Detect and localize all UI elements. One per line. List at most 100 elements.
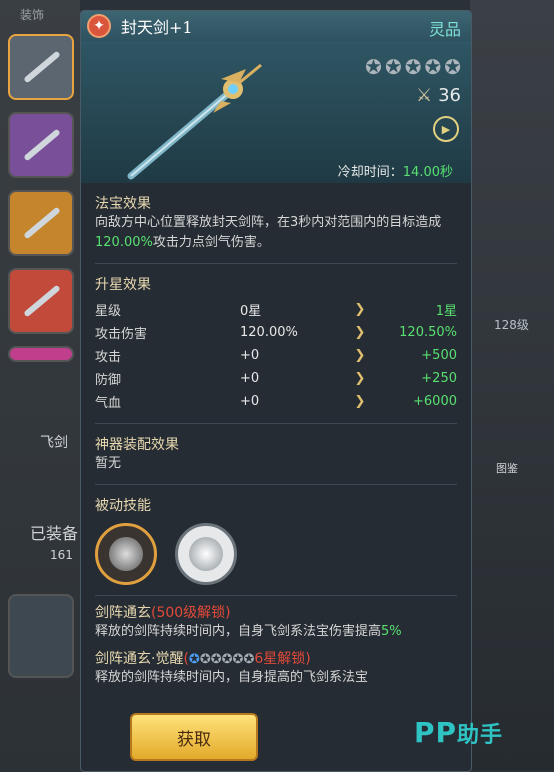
table-row: 攻击 +0 ❯ +500 [95,344,457,367]
obtain-button[interactable]: 获取 [130,713,258,761]
upgrade-title: 升星效果 [95,277,151,293]
star-icon: ✪ [199,652,211,667]
right-scene [470,0,554,770]
stat-current: +0 [240,371,260,386]
effect-title: 法宝效果 [95,196,151,212]
divider [95,423,457,424]
skill-2-icon[interactable] [175,523,237,585]
skill2-name: 剑阵通玄·觉醒 [95,651,184,667]
arrow-right-icon: ❯ [354,325,366,340]
stat-current: 0星 [240,304,262,319]
skill1-header: 剑阵通玄(500级解锁) [95,602,457,622]
sword-icon [23,206,61,240]
equip-slot-4[interactable] [8,268,74,334]
item-type-icon: ✦ [87,14,111,38]
star-icon: ✪ [365,55,382,79]
skill2-description: 释放的剑阵持续时间内，自身提高的飞剑系法宝 [95,670,369,685]
equip-slot-3[interactable] [8,190,74,256]
equipped-count: 161 [50,548,73,562]
item-title: 封天剑+1 [121,18,193,37]
star-icon: ✪ [232,652,244,667]
crossed-swords-icon: ⚔ [415,85,433,106]
panel-body: 法宝效果 向敌方中心位置释放封天剑阵，在3秒内对范围内的目标造成120.00%攻… [81,193,471,688]
effect-highlight: 120.00% [95,235,153,250]
skill1-description: 释放的剑阵持续时间内，自身飞剑系法宝伤害提高5% [95,622,457,642]
upgrade-table: 星级 0星 ❯ 1星 攻击伤害 120.00% ❯ 120.50% 攻击 +0 … [95,298,457,413]
sword-icon [23,128,61,162]
cooldown-label: 冷却时间： [337,165,403,180]
skill1-name: 剑阵通玄 [95,605,151,621]
stat-next: 1星 [435,304,457,319]
star-icon: ✪ [424,55,442,79]
stat-next: +500 [421,348,457,363]
arrow-right-icon: ❯ [354,348,366,363]
effect-text-a: 向敌方中心位置释放封天剑阵，在3秒内对范围内的目标造成 [95,215,442,230]
table-row: 攻击伤害 120.00% ❯ 120.50% [95,321,457,344]
artifact-title: 神器装配效果 [95,437,179,453]
effect-text-b: 攻击力点剑气伤害。 [152,235,270,250]
arrow-right-icon: ❯ [354,302,366,317]
sword-artwork [127,63,262,180]
artifact-value: 暂无 [95,456,122,471]
stat-name: 气血 [95,396,122,411]
star-icon: ✪ [210,652,222,667]
equipped-label: 已装备 [30,524,79,543]
star-icon: ✪ [243,652,255,667]
sword-icon [23,284,61,318]
table-row: 气血 +0 ❯ +6000 [95,390,457,413]
play-preview-button[interactable]: ▶ [433,116,459,142]
passive-skills [95,523,457,585]
tab-flying-sword[interactable]: 飞剑 [40,432,68,452]
table-row: 防御 +0 ❯ +250 [95,367,457,390]
item-detail-panel: ✦ 封天剑+1 灵品 ✪ ✪ ✪ ✪ ✪ ⚔ 36 ▶ 冷却时间：14.00秒 [80,10,472,772]
effect-description: 向敌方中心位置释放封天剑阵，在3秒内对范围内的目标造成 120.00%攻击力点剑气… [95,213,457,253]
atlas-label[interactable]: 图鉴 [496,460,518,476]
item-hero: ✪ ✪ ✪ ✪ ✪ ⚔ 36 ▶ 冷却时间：14.00秒 [81,41,471,183]
star-icon: ✪ [404,55,422,79]
stat-name: 攻击 [95,350,122,365]
skill2-lock-close: 6星解锁) [254,651,311,667]
stat-next: +250 [421,371,457,386]
arrow-right-icon: ❯ [354,371,366,386]
stat-name: 攻击伤害 [95,327,148,342]
stat-next: +6000 [413,394,457,409]
divider [95,595,457,596]
skill1-desc-text: 释放的剑阵持续时间内，自身飞剑系法宝伤害提高 [95,624,382,639]
stat-name: 星级 [95,304,122,319]
divider [95,484,457,485]
divider [95,263,457,264]
power-display: ⚔ 36 [416,85,461,106]
sidebar-label: 装饰 [20,8,45,22]
skill2-header: 剑阵通玄·觉醒(✪✪✪✪✪✪6星解锁) [95,648,457,668]
star-icon: ✪ [221,652,233,667]
passive-title: 被动技能 [95,498,151,514]
star-rating: ✪ ✪ ✪ ✪ ✪ [365,55,461,79]
skill1-desc-highlight: 5% [381,624,402,639]
table-row: 星级 0星 ❯ 1星 [95,298,457,321]
watermark-rest: 助手 [457,723,504,748]
cooldown: 冷却时间：14.00秒 [338,161,453,180]
skill1-lock: (500级解锁) [151,605,231,621]
equip-slot-1[interactable] [8,34,74,100]
item-quality: 灵品 [428,20,461,39]
watermark-brand: PP [414,716,458,749]
power-value: 36 [438,85,461,106]
star-icon: ✪ [444,55,461,79]
equip-slot-2[interactable] [8,112,74,178]
equipment-sidebar: 装饰 [0,0,80,770]
watermark: PP助手 [414,716,503,749]
skill-1-icon[interactable] [95,523,157,585]
star-icon: ✪ [188,652,200,667]
stat-next: 120.50% [399,325,457,340]
equip-slot-6[interactable] [8,594,74,678]
stat-name: 防御 [95,373,122,388]
sword-icon [23,50,61,84]
equip-slot-5[interactable] [8,346,74,362]
stat-current: +0 [240,348,260,363]
level-badge: 128级 [494,318,529,332]
star-icon: ✪ [384,55,402,79]
panel-header: ✦ 封天剑+1 灵品 [81,11,471,41]
arrow-right-icon: ❯ [354,394,366,409]
stat-current: 120.00% [240,325,298,340]
cooldown-value: 14.00秒 [402,165,453,180]
